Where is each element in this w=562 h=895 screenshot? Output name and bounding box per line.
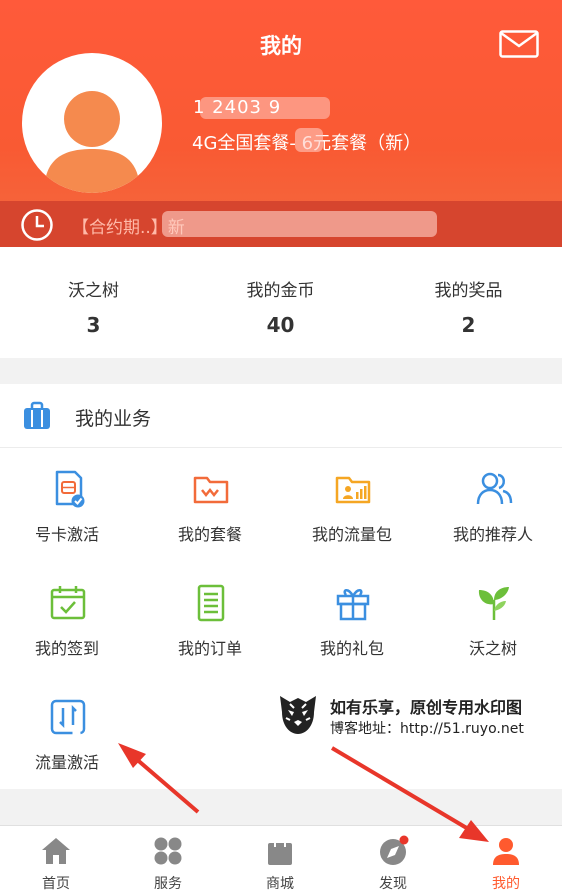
tab-home[interactable]: 首页 — [0, 826, 112, 895]
shopping-bag-icon — [268, 837, 292, 865]
biz-item-label: 沃之树 — [468, 639, 517, 658]
folder-chart-icon — [335, 476, 371, 504]
users-icon — [476, 472, 513, 505]
order-list-icon — [197, 584, 225, 622]
stats-panel: 沃之树 3 我的金币 40 我的奖品 2 — [0, 247, 562, 358]
tab-mall[interactable]: 商城 — [224, 826, 336, 895]
folder-wave-icon — [193, 476, 229, 504]
biz-item-wo-tree[interactable]: 沃之树 — [423, 584, 562, 694]
tab-label: 我的 — [492, 876, 520, 892]
contract-redaction — [162, 211, 437, 237]
mail-icon[interactable] — [499, 30, 539, 58]
biz-item-orders[interactable]: 我的订单 — [140, 584, 280, 694]
watermark-line-1: 如有乐享，原创专用水印图 — [330, 698, 523, 717]
avatar-person-icon — [24, 55, 160, 193]
biz-item-data-pack[interactable]: 我的流量包 — [282, 470, 422, 580]
tab-services[interactable]: 服务 — [112, 826, 224, 895]
tab-mine[interactable]: 我的 — [450, 826, 562, 895]
home-icon — [42, 838, 70, 864]
biz-item-data-activate[interactable]: 流量激活 — [0, 698, 137, 808]
stat-label: 沃之树 — [68, 281, 119, 301]
profile-page: 我的 1 2403 9 4G全国套餐- 6元套餐（新） 【合约期..】新 沃之树… — [0, 0, 562, 895]
stat-coins[interactable]: 我的金币 40 — [187, 247, 374, 337]
gift-icon — [336, 589, 370, 621]
watermark: 如有乐享，原创专用水印图 博客地址：http://51.ruyo.net — [272, 688, 542, 740]
calendar-check-icon — [50, 586, 86, 620]
biz-item-label: 流量激活 — [34, 753, 99, 772]
stat-label: 我的金币 — [246, 281, 315, 301]
stat-value: 2 — [461, 313, 476, 337]
tab-label: 首页 — [42, 876, 70, 892]
biz-item-label: 我的签到 — [34, 639, 99, 658]
data-activate-icon — [50, 699, 86, 735]
compass-icon — [380, 835, 409, 865]
business-header: 我的业务 — [0, 384, 562, 448]
tab-label: 服务 — [154, 876, 182, 892]
biz-item-my-plan[interactable]: 我的套餐 — [140, 470, 280, 580]
avatar[interactable] — [22, 53, 162, 193]
biz-item-label: 我的礼包 — [319, 639, 384, 658]
briefcase-icon — [24, 401, 50, 429]
stat-tree[interactable]: 沃之树 3 — [0, 247, 187, 337]
business-title: 我的业务 — [75, 408, 152, 430]
biz-item-gift[interactable]: 我的礼包 — [282, 584, 422, 694]
biz-item-label: 我的套餐 — [177, 525, 242, 544]
plan-redaction — [295, 128, 323, 152]
tab-discover[interactable]: 发现 — [337, 826, 449, 895]
sim-card-icon — [55, 470, 85, 508]
stat-prizes[interactable]: 我的奖品 2 — [375, 247, 562, 337]
grid-icon — [154, 837, 182, 865]
biz-item-label: 我的推荐人 — [452, 525, 533, 544]
clock-icon — [21, 209, 53, 241]
tiger-logo-icon — [280, 696, 316, 734]
stat-value: 3 — [86, 313, 101, 337]
biz-item-label: 号卡激活 — [34, 525, 99, 544]
biz-item-signin[interactable]: 我的签到 — [0, 584, 137, 694]
user-icon — [493, 838, 519, 865]
biz-item-label: 我的订单 — [177, 639, 242, 658]
biz-item-referrer[interactable]: 我的推荐人 — [423, 470, 562, 580]
biz-item-card-activate[interactable]: 号卡激活 — [0, 470, 137, 580]
phone-number: 1 2403 9 — [193, 97, 282, 118]
sprout-icon — [478, 587, 509, 620]
tab-label: 发现 — [379, 876, 407, 892]
stat-label: 我的奖品 — [434, 281, 503, 301]
tab-bar: 首页 服务 商城 发现 我的 — [0, 825, 562, 895]
stat-value: 40 — [266, 313, 295, 337]
biz-item-label: 我的流量包 — [311, 525, 392, 544]
tab-label: 商城 — [266, 876, 294, 892]
watermark-line-2: 博客地址：http://51.ruyo.net — [330, 721, 524, 737]
